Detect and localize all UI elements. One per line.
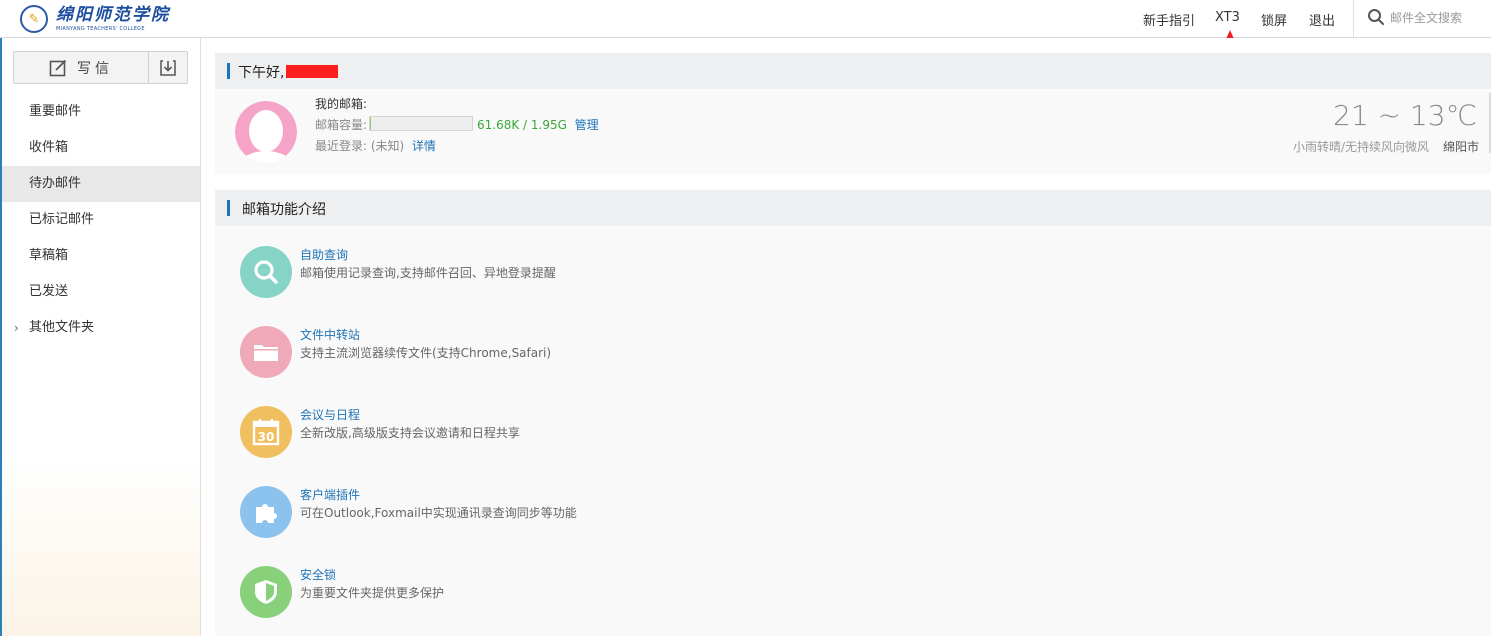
features-title: 邮箱功能介绍 xyxy=(242,202,326,218)
sidebar-folder-item[interactable]: 已标记邮件 xyxy=(0,202,200,238)
compose-row: 写信 xyxy=(13,51,188,84)
capacity-label: 邮箱容量: xyxy=(315,118,368,132)
sidebar-folder-label: 已标记邮件 xyxy=(29,212,95,227)
feature-title-link[interactable]: 安全锁 xyxy=(300,566,336,583)
section-marker xyxy=(227,63,230,79)
weather-description: 小雨转晴/无持续风向微风 xyxy=(1292,140,1429,154)
nav-divider xyxy=(1353,0,1354,37)
nav-logout-link[interactable]: 退出 xyxy=(1309,10,1335,29)
section-marker xyxy=(227,200,230,216)
feature-description: 可在Outlook,Foxmail中实现通讯录查询同步等功能 xyxy=(300,506,577,520)
feature-item: 30 会议与日程全新改版,高级版支持会议邀请和日程共享 xyxy=(240,406,940,466)
folder-list: 重要邮件收件箱待办邮件已标记邮件草稿箱已发送 › 其他文件夹 xyxy=(0,94,200,346)
capacity-usage-text: 61.68K / 1.95G xyxy=(477,118,567,132)
feature-description: 为重要文件夹提供更多保护 xyxy=(300,586,445,600)
default-avatar-icon xyxy=(235,101,297,163)
last-login-value: (未知) xyxy=(370,139,405,153)
feature-title-link[interactable]: 客户端插件 xyxy=(300,486,360,503)
compose-button[interactable]: 写信 xyxy=(13,51,149,84)
sidebar-folder-item[interactable]: 收件箱 xyxy=(0,130,200,166)
redacted-username xyxy=(286,65,339,78)
greeting-text: 下午好, xyxy=(238,65,285,81)
nav-lock-screen-link[interactable]: 锁屏 xyxy=(1261,10,1287,29)
full-text-search-input[interactable] xyxy=(1390,8,1486,28)
compose-icon xyxy=(49,59,67,76)
sidebar-folder-item[interactable]: 重要邮件 xyxy=(0,94,200,130)
search-icon[interactable] xyxy=(1367,8,1385,26)
sidebar-folder-label: 已发送 xyxy=(29,284,69,299)
greeting-title: 下午好, xyxy=(238,62,339,82)
login-details-link[interactable]: 详情 xyxy=(412,139,436,153)
feature-item: 安全锁为重要文件夹提供更多保护 xyxy=(240,566,940,626)
svg-text:30: 30 xyxy=(258,430,275,444)
search-icon[interactable] xyxy=(240,246,292,298)
welcome-panel: 我的邮箱: 邮箱容量: 61.68K / 1.95G 管理 最近登录: (未知)… xyxy=(215,89,1491,174)
my-mailbox-label: 我的邮箱: xyxy=(315,97,368,111)
sidebar: 写信 重要邮件收件箱待办邮件已标记邮件草稿箱已发送 › 其他文件夹 xyxy=(0,38,201,636)
college-logo[interactable]: ✎ 绵阳师范学院 MIANYANG TEACHERS' COLLEGE xyxy=(20,2,172,36)
capacity-progress-bar xyxy=(369,116,473,131)
nav-xt3-link[interactable]: XT3 xyxy=(1215,10,1240,25)
sidebar-folder-item[interactable]: 待办邮件 xyxy=(0,166,200,202)
calendar-icon[interactable]: 30 xyxy=(240,406,292,458)
receive-mail-button[interactable] xyxy=(149,51,188,84)
logo-chinese-name: 绵阳师范学院 xyxy=(56,4,170,25)
top-bar: ✎ 绵阳师范学院 MIANYANG TEACHERS' COLLEGE 新手指引… xyxy=(0,0,1491,38)
shield-icon[interactable] xyxy=(240,566,292,618)
feature-item: 文件中转站支持主流浏览器续传文件(支持Chrome,Safari) xyxy=(240,326,940,386)
chevron-right-icon[interactable]: › xyxy=(14,310,19,346)
features-panel: 自助查询邮箱使用记录查询,支持邮件召回、异地登录提醒 文件中转站支持主流浏览器续传… xyxy=(215,226,1491,636)
weather-city[interactable]: 绵阳市 xyxy=(1443,138,1479,155)
sidebar-folder-label: 待办邮件 xyxy=(29,176,82,191)
download-icon xyxy=(160,59,176,76)
feature-title-link[interactable]: 文件中转站 xyxy=(300,326,360,343)
folder-icon[interactable] xyxy=(240,326,292,378)
puzzle-icon[interactable] xyxy=(240,486,292,538)
sidebar-left-edge xyxy=(0,38,2,636)
sidebar-folder-item[interactable]: 草稿箱 xyxy=(0,238,200,274)
sidebar-folder-label: 其他文件夹 xyxy=(29,320,95,335)
weather-temperature: 21 ~ 13℃ xyxy=(1333,99,1477,132)
sidebar-folder-label: 草稿箱 xyxy=(29,248,69,263)
feature-description: 支持主流浏览器续传文件(支持Chrome,Safari) xyxy=(300,346,552,360)
feature-title-link[interactable]: 会议与日程 xyxy=(300,406,360,423)
avatar[interactable] xyxy=(235,101,297,163)
feature-title-link[interactable]: 自助查询 xyxy=(300,246,348,263)
sidebar-folder-label: 重要邮件 xyxy=(29,104,82,119)
logo-english-name: MIANYANG TEACHERS' COLLEGE xyxy=(56,25,145,32)
sidebar-folder-item[interactable]: 已发送 xyxy=(0,274,200,310)
sidebar-folder-label: 收件箱 xyxy=(29,140,69,155)
sidebar-folder-item[interactable]: › 其他文件夹 xyxy=(0,310,200,346)
capacity-usage: 61.68K / 1.95G 管理 xyxy=(477,116,599,133)
manage-link[interactable]: 管理 xyxy=(575,118,599,132)
compose-label: 写信 xyxy=(77,60,113,77)
feature-description: 邮箱使用记录查询,支持邮件召回、异地登录提醒 xyxy=(300,266,556,280)
college-seal-icon: ✎ xyxy=(20,5,48,33)
nav-guide-link[interactable]: 新手指引 xyxy=(1143,10,1195,29)
feature-description: 全新改版,高级版支持会议邀请和日程共享 xyxy=(300,426,520,440)
main-content: 下午好, 我的邮箱: 邮箱容量: 61.68K / 1.95G 管理 最近登录:… xyxy=(202,38,1491,636)
features-header: 邮箱功能介绍 xyxy=(215,190,1491,226)
last-login-label: 最近登录: xyxy=(315,139,368,153)
welcome-header: 下午好, xyxy=(215,53,1491,89)
capacity-progress-fill xyxy=(370,117,371,130)
feature-item: 自助查询邮箱使用记录查询,支持邮件召回、异地登录提醒 xyxy=(240,246,940,306)
feature-item: 客户端插件可在Outlook,Foxmail中实现通讯录查询同步等功能 xyxy=(240,486,940,546)
last-login-row: 最近登录: (未知) 详情 xyxy=(315,137,436,154)
